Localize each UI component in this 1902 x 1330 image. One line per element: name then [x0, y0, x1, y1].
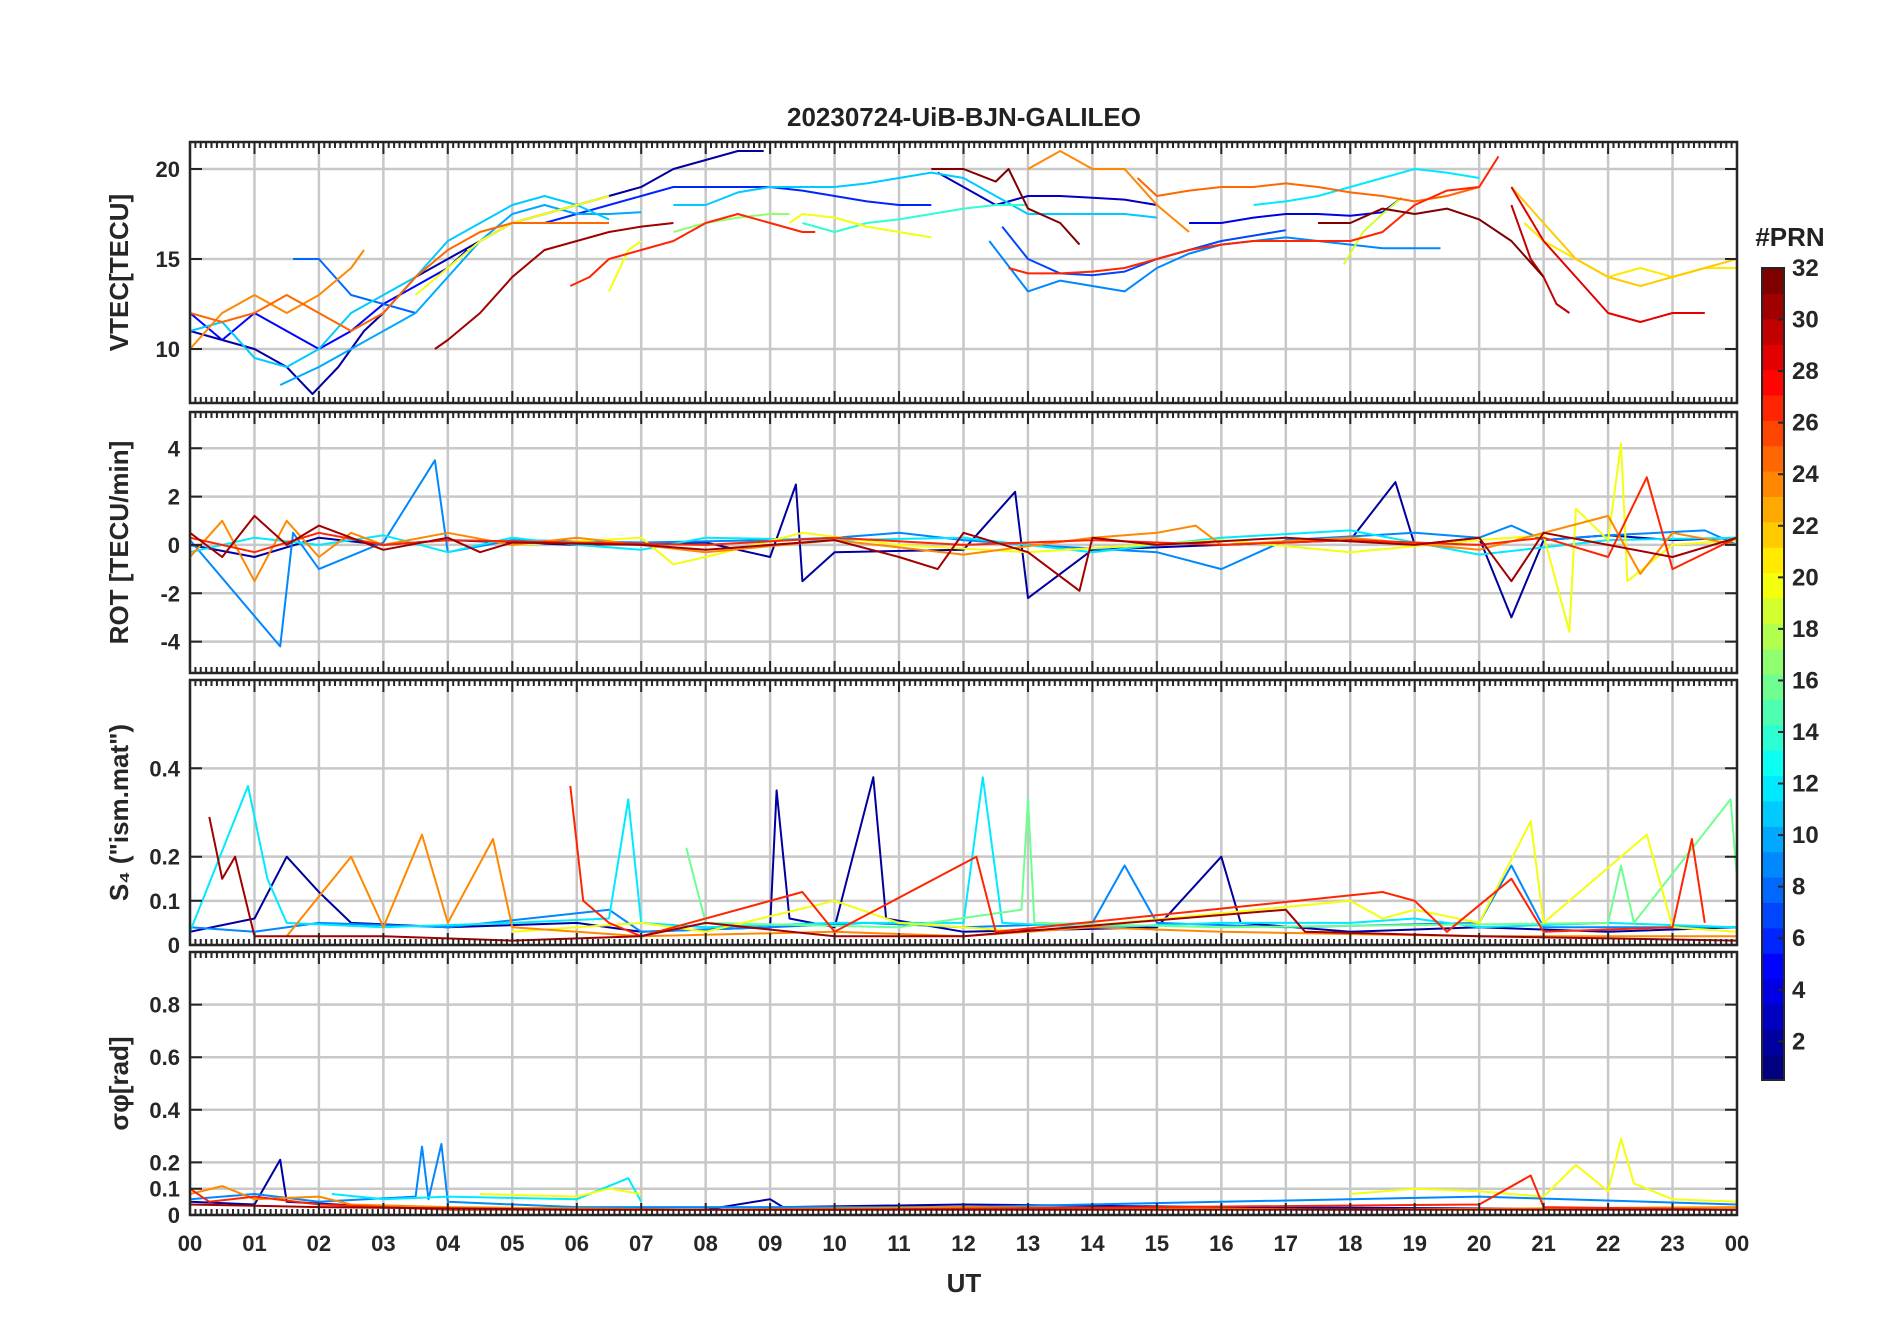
colorbar-tick-label: 8: [1792, 874, 1805, 901]
colorbar-tick-label: 30: [1792, 307, 1819, 334]
y-tick-label: 0: [168, 1203, 180, 1228]
colorbar-segment: [1762, 369, 1784, 396]
x-tick-label: 09: [758, 1231, 782, 1256]
x-tick-label: 16: [1209, 1231, 1233, 1256]
colorbar-segment: [1762, 724, 1784, 751]
colorbar-tick-label: 32: [1792, 255, 1819, 282]
x-tick-label: 13: [1016, 1231, 1040, 1256]
y-tick-label: 0: [168, 533, 180, 558]
y-tick-label: 20: [156, 157, 180, 182]
colorbar-segment: [1762, 699, 1784, 726]
colorbar-segment: [1762, 445, 1784, 472]
x-tick-label: 18: [1338, 1231, 1362, 1256]
y-axis-label: VTEC[TECU]: [104, 194, 134, 351]
chart-title: 20230724-UiB-BJN-GALILEO: [787, 102, 1141, 132]
x-tick-label: 03: [371, 1231, 395, 1256]
y-tick-label: 0.4: [149, 1098, 180, 1123]
colorbar-segment: [1762, 978, 1784, 1005]
colorbar-segment: [1762, 597, 1784, 624]
x-tick-label: 15: [1145, 1231, 1169, 1256]
colorbar-segment: [1762, 1054, 1784, 1081]
x-tick-label: 11: [887, 1231, 910, 1256]
y-tick-label: -2: [160, 581, 180, 606]
colorbar-segment: [1762, 394, 1784, 421]
colorbar-tick-label: 18: [1792, 616, 1819, 643]
colorbar-segment: [1762, 800, 1784, 827]
colorbar-tick-label: 24: [1792, 461, 1819, 488]
figure: 20230724-UiB-BJN-GALILEO UT #PRN 101520V…: [0, 0, 1902, 1330]
colorbar-segment: [1762, 547, 1784, 574]
y-tick-label: 0.4: [149, 756, 180, 781]
x-tick-label: 12: [951, 1231, 975, 1256]
colorbar-segment: [1762, 344, 1784, 371]
x-tick-label: 00: [1725, 1231, 1749, 1256]
y-tick-label: 4: [168, 436, 181, 461]
y-tick-label: 0.1: [149, 889, 180, 914]
x-tick-label: 10: [822, 1231, 846, 1256]
x-tick-label: 08: [693, 1231, 717, 1256]
y-axis-label: σφ[rad]: [104, 1036, 134, 1130]
colorbar-tick-label: 10: [1792, 822, 1819, 849]
colorbar-segment: [1762, 902, 1784, 929]
colorbar-segment: [1762, 750, 1784, 777]
y-tick-label: 15: [156, 247, 180, 272]
colorbar-title: #PRN: [1755, 222, 1824, 252]
y-tick-label: 0.2: [149, 845, 180, 870]
y-tick-label: 2: [168, 485, 180, 510]
y-tick-label: 0.6: [149, 1045, 180, 1070]
colorbar-segment: [1762, 927, 1784, 954]
colorbar-tick-label: 6: [1792, 925, 1805, 952]
colorbar-segment: [1762, 775, 1784, 802]
colorbar-segment: [1762, 318, 1784, 345]
colorbar-segment: [1762, 877, 1784, 903]
colorbar-segment: [1762, 851, 1784, 878]
y-tick-label: 0: [168, 933, 180, 958]
colorbar-tick-label: 26: [1792, 410, 1819, 437]
colorbar-segment: [1762, 268, 1784, 294]
x-tick-label: 21: [1531, 1231, 1555, 1256]
colorbar-segment: [1762, 293, 1784, 320]
colorbar-segment: [1762, 623, 1784, 650]
colorbar-tick-label: 20: [1792, 564, 1819, 591]
y-tick-label: -4: [160, 630, 180, 655]
colorbar-segment: [1762, 648, 1784, 675]
x-tick-label: 19: [1402, 1231, 1426, 1256]
y-tick-label: 0.8: [149, 993, 180, 1018]
x-tick-label: 17: [1274, 1231, 1298, 1256]
y-tick-label: 0.1: [149, 1177, 180, 1202]
colorbar-segment: [1762, 674, 1784, 700]
colorbar-tick-label: 2: [1792, 1028, 1805, 1055]
colorbar-tick-label: 16: [1792, 667, 1819, 694]
colorbar-segment: [1762, 953, 1784, 980]
x-tick-label: 23: [1660, 1231, 1684, 1256]
x-axis-label: UT: [947, 1268, 982, 1298]
colorbar-tick-label: 14: [1792, 719, 1819, 746]
y-tick-label: 0.2: [149, 1150, 180, 1175]
x-tick-label: 00: [178, 1231, 202, 1256]
x-tick-label: 02: [307, 1231, 331, 1256]
colorbar-tick-label: 12: [1792, 771, 1819, 798]
colorbar-tick-label: 28: [1792, 358, 1819, 385]
colorbar-segment: [1762, 1003, 1784, 1030]
colorbar-segment: [1762, 496, 1784, 523]
colorbar-tick-label: 4: [1792, 977, 1806, 1004]
x-tick-label: 04: [436, 1231, 461, 1256]
x-tick-label: 22: [1596, 1231, 1620, 1256]
x-tick-label: 07: [629, 1231, 653, 1256]
y-tick-label: 10: [156, 337, 180, 362]
y-axis-label: S₄ ("ism.mat"): [104, 724, 134, 901]
x-tick-label: 05: [500, 1231, 524, 1256]
colorbar-tick-label: 22: [1792, 513, 1819, 540]
colorbar-segment: [1762, 420, 1784, 447]
figure-background: [0, 0, 1902, 1330]
y-axis-label: ROT [TECU/min]: [104, 441, 134, 645]
x-tick-label: 06: [565, 1231, 589, 1256]
x-tick-label: 20: [1467, 1231, 1491, 1256]
colorbar-segment: [1762, 826, 1784, 853]
x-tick-label: 01: [242, 1231, 266, 1256]
x-tick-label: 14: [1080, 1231, 1105, 1256]
